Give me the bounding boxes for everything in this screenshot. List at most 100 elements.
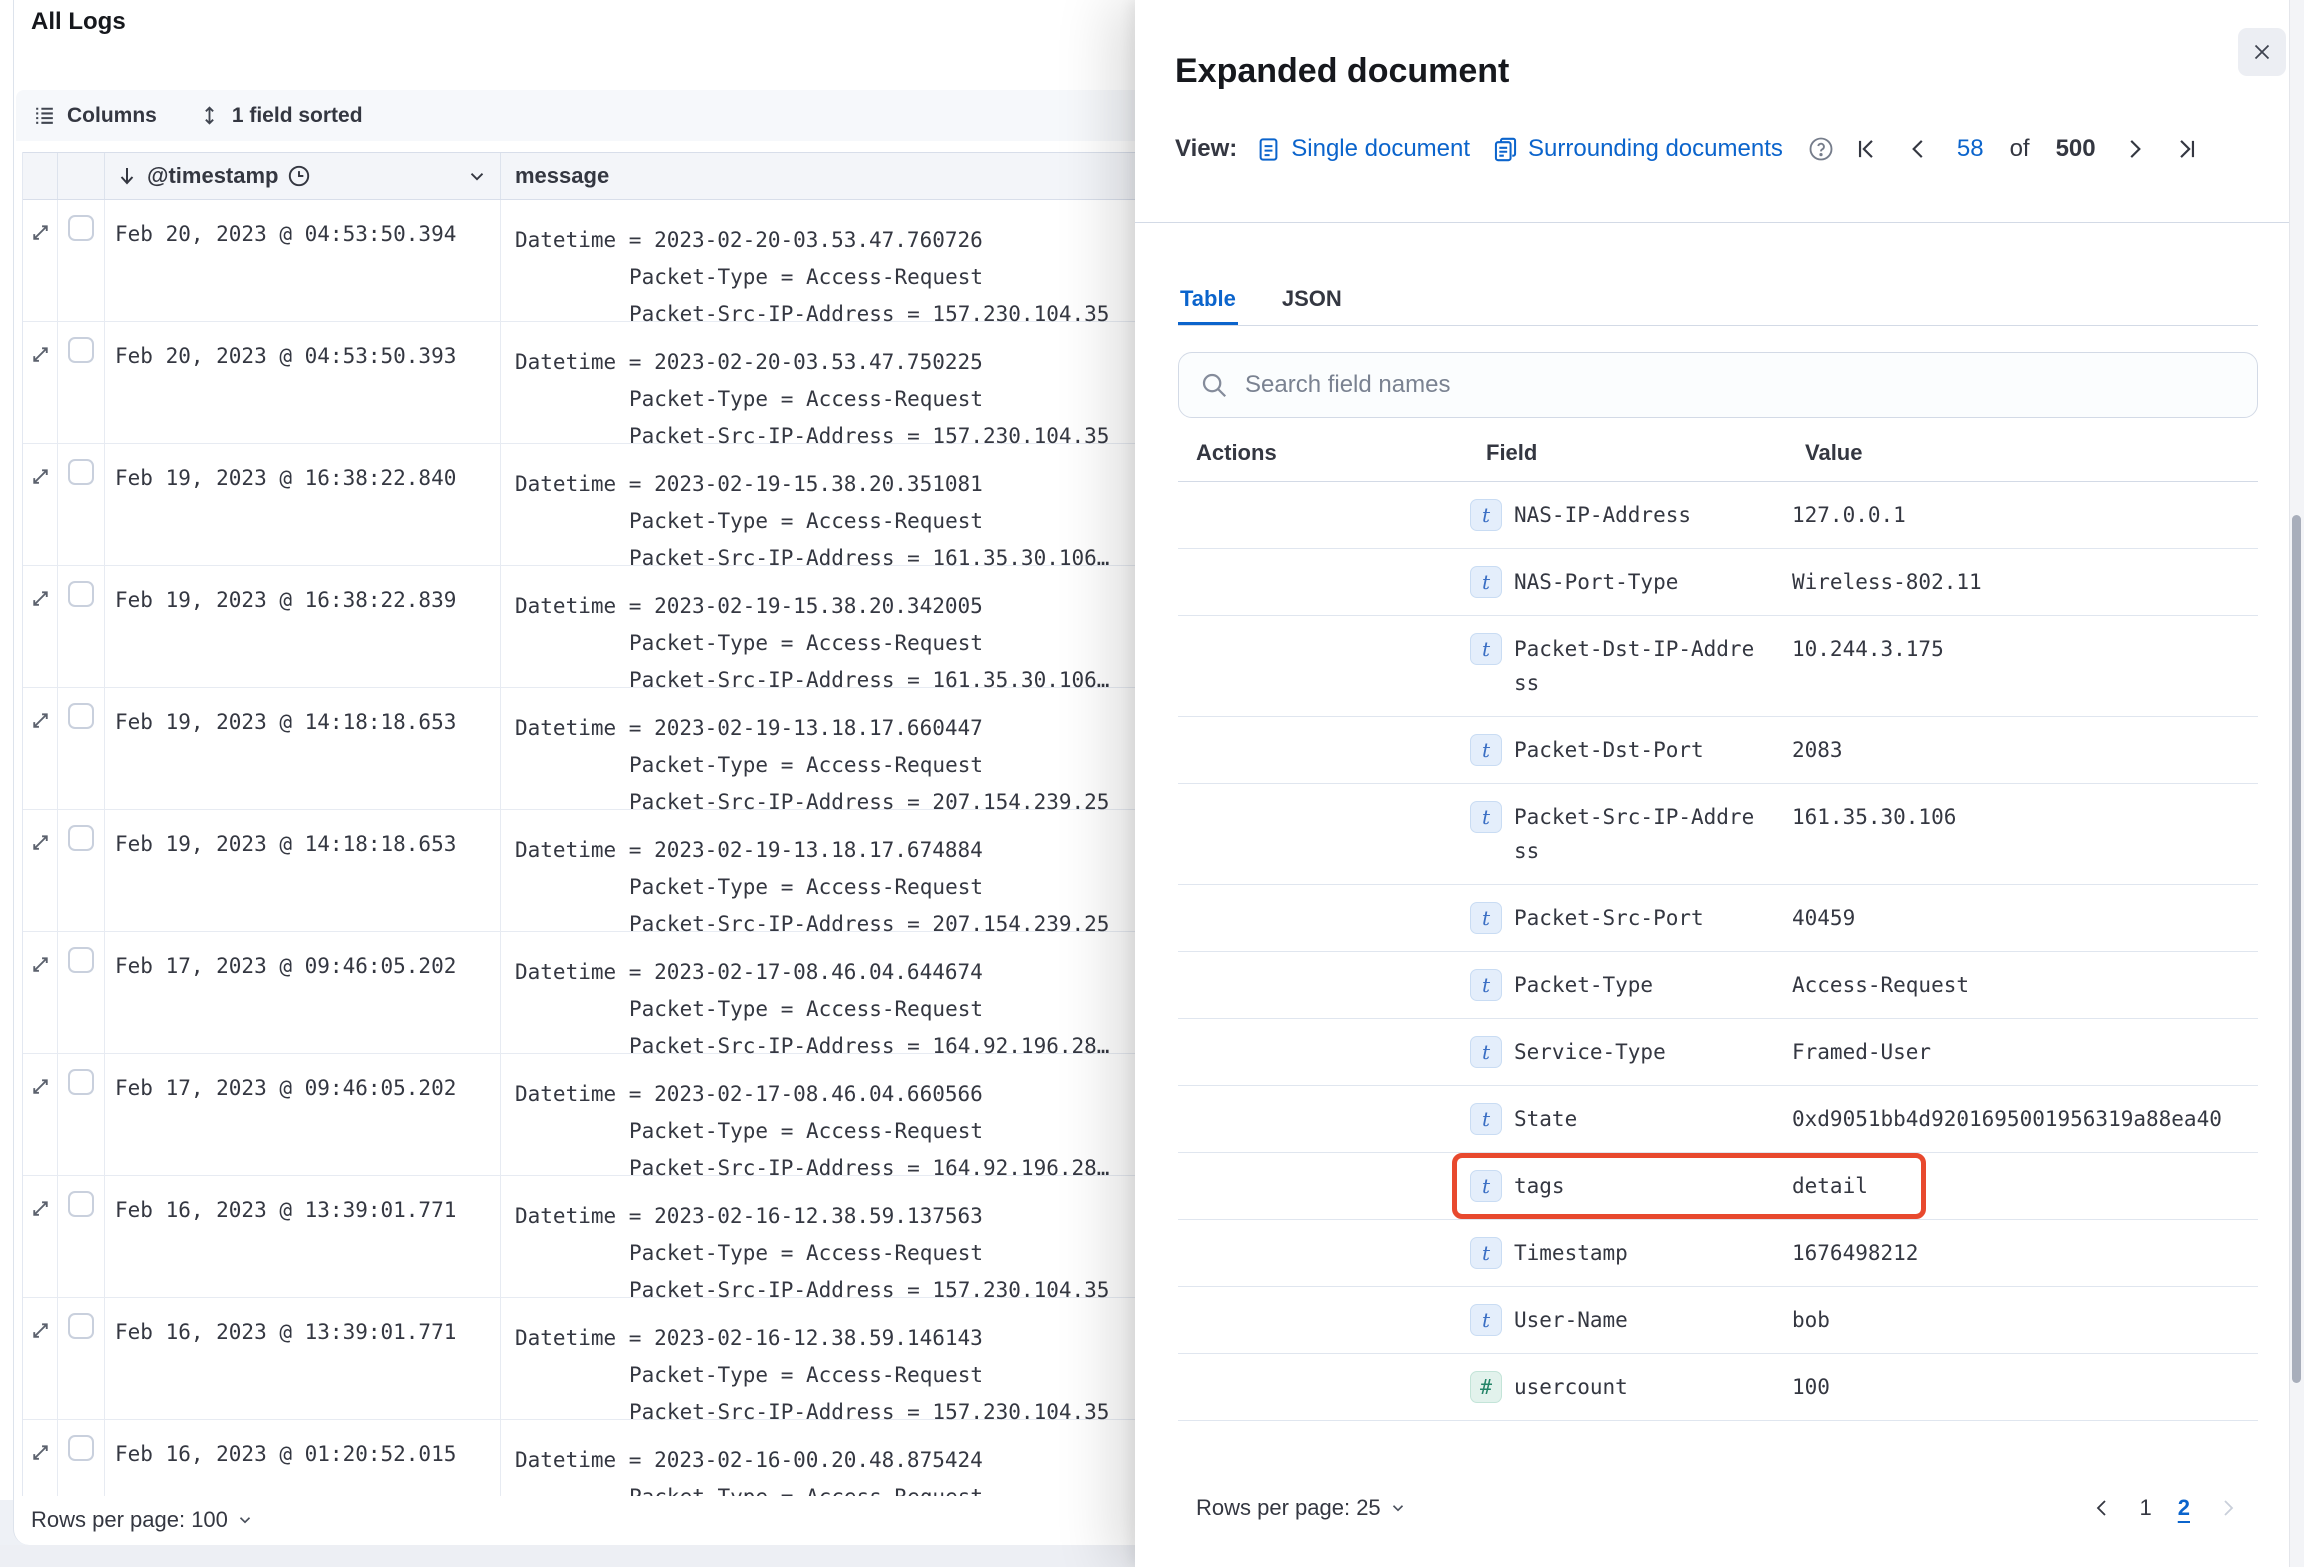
view-single-document-link[interactable]: Single document [1255,135,1470,163]
field-value: 100 [1792,1375,1830,1399]
close-button[interactable] [2238,28,2286,76]
expand-document-icon[interactable] [28,1196,53,1309]
field-rows: t NAS-IP-Address 127.0.0.1 t NAS-Port-Ty… [1178,482,2258,1421]
tabs-divider [1178,325,2258,326]
field-value: 0xd9051bb4d9201695001956319a88ea40 [1792,1107,2222,1131]
expand-document-icon[interactable] [28,464,53,577]
columns-button[interactable]: Columns [32,103,157,128]
flyout-rows-per-page-label: Rows per page: 25 [1196,1495,1381,1521]
log-timestamp: Feb 19, 2023 @ 16:38:22.840 [115,466,456,490]
field-value: 127.0.0.1 [1792,503,1906,527]
value-column-header: Value [1792,440,2258,466]
expand-document-icon[interactable] [28,708,53,821]
expand-document-icon[interactable] [28,586,53,699]
field-actions-cell [1178,498,1452,532]
previous-page-button[interactable] [2090,1496,2114,1520]
page-2-button[interactable]: 2 [2178,1495,2190,1521]
field-name: Packet-Src-Port [1514,901,1704,935]
help-icon[interactable] [1807,135,1835,163]
documents-stack-icon [1492,136,1519,163]
field-actions-cell [1178,901,1452,935]
field-actions-cell [1178,565,1452,599]
field-value: bob [1792,1308,1830,1332]
tab-json[interactable]: JSON [1280,286,1344,326]
log-timestamp: Feb 20, 2023 @ 04:53:50.394 [115,222,456,246]
sorted-fields-button[interactable]: 1 field sorted [197,103,363,128]
field-actions-cell [1178,1370,1452,1404]
field-type-badge: t [1470,499,1502,531]
row-checkbox[interactable] [68,215,94,241]
field-name: NAS-Port-Type [1514,565,1678,599]
row-checkbox[interactable] [68,337,94,363]
field-table-pager: 1 2 [2090,1495,2259,1521]
row-checkbox[interactable] [68,703,94,729]
field-type-badge: t [1470,1036,1502,1068]
log-timestamp: Feb 19, 2023 @ 16:38:22.839 [115,588,456,612]
next-document-button[interactable] [2122,136,2148,162]
column-actions-chevron-icon[interactable] [466,165,488,187]
field-type-badge: t [1470,566,1502,598]
field-name: tags [1514,1169,1565,1203]
last-document-button[interactable] [2174,136,2200,162]
field-row: t Packet-Dst-IP-Address 10.244.3.175 [1178,616,2258,717]
row-checkbox[interactable] [68,1313,94,1339]
field-actions-cell [1178,632,1452,700]
field-type-badge: t [1470,902,1502,934]
row-checkbox[interactable] [68,1435,94,1461]
close-icon [2250,40,2274,64]
row-checkbox[interactable] [68,825,94,851]
document-position-current[interactable]: 58 [1957,135,1984,163]
field-type-badge: t [1470,1103,1502,1135]
field-row: t Packet-Dst-Port 2083 [1178,717,2258,784]
log-timestamp: Feb 16, 2023 @ 13:39:01.771 [115,1198,456,1222]
field-row: t Timestamp 1676498212 [1178,1220,2258,1287]
field-name: Packet-Dst-Port [1514,733,1704,767]
expand-document-icon[interactable] [28,342,53,455]
search-icon [1199,370,1229,400]
view-surrounding-documents-link[interactable]: Surrounding documents [1492,135,1783,163]
document-pager: 58 of 500 [1853,135,2200,163]
expand-document-icon[interactable] [28,830,53,943]
field-type-badge: t [1470,1237,1502,1269]
field-type-badge: t [1470,734,1502,766]
log-timestamp: Feb 19, 2023 @ 14:18:18.653 [115,710,456,734]
field-row: # usercount 100 [1178,1354,2258,1421]
expand-document-icon[interactable] [28,1074,53,1187]
row-checkbox[interactable] [68,581,94,607]
field-type-badge: t [1470,801,1502,833]
previous-document-button[interactable] [1905,136,1931,162]
row-checkbox[interactable] [68,459,94,485]
field-actions-cell [1178,1303,1452,1337]
field-row: t Packet-Type Access-Request [1178,952,2258,1019]
field-name: User-Name [1514,1303,1628,1337]
first-document-button[interactable] [1853,136,1879,162]
page-left-margin [0,0,13,1500]
page-1-button[interactable]: 1 [2140,1495,2152,1521]
flyout-rows-per-page-button[interactable]: Rows per page: 25 [1178,1495,1407,1521]
row-checkbox[interactable] [68,947,94,973]
expand-document-icon[interactable] [28,1440,53,1496]
field-name: Packet-Type [1514,968,1653,1002]
timestamp-column-header[interactable]: @timestamp [105,153,501,199]
log-timestamp: Feb 17, 2023 @ 09:46:05.202 [115,1076,456,1100]
expand-document-icon[interactable] [28,1318,53,1431]
field-row: t State 0xd9051bb4d9201695001956319a88ea… [1178,1086,2258,1153]
field-value: Wireless-802.11 [1792,570,1982,594]
field-value: detail [1792,1174,1868,1198]
page-title: All Logs [31,8,126,36]
row-checkbox[interactable] [68,1069,94,1095]
scrollbar-thumb[interactable] [2292,515,2301,1383]
field-column-header: Field [1452,440,1792,466]
expand-document-icon[interactable] [28,952,53,1065]
tab-table[interactable]: Table [1178,286,1238,326]
expand-document-icon[interactable] [28,220,53,333]
log-timestamp: Feb 20, 2023 @ 04:53:50.393 [115,344,456,368]
rows-per-page-button[interactable]: Rows per page: 100 [31,1507,254,1533]
document-position-of: of [2010,135,2030,163]
view-row: View: Single document Surrounding docume… [1175,130,2200,168]
search-input[interactable] [1245,371,2237,399]
row-checkbox[interactable] [68,1191,94,1217]
chevron-down-icon [1389,1499,1407,1517]
next-page-button[interactable] [2216,1496,2240,1520]
field-name: Packet-Dst-IP-Address [1514,632,1760,700]
